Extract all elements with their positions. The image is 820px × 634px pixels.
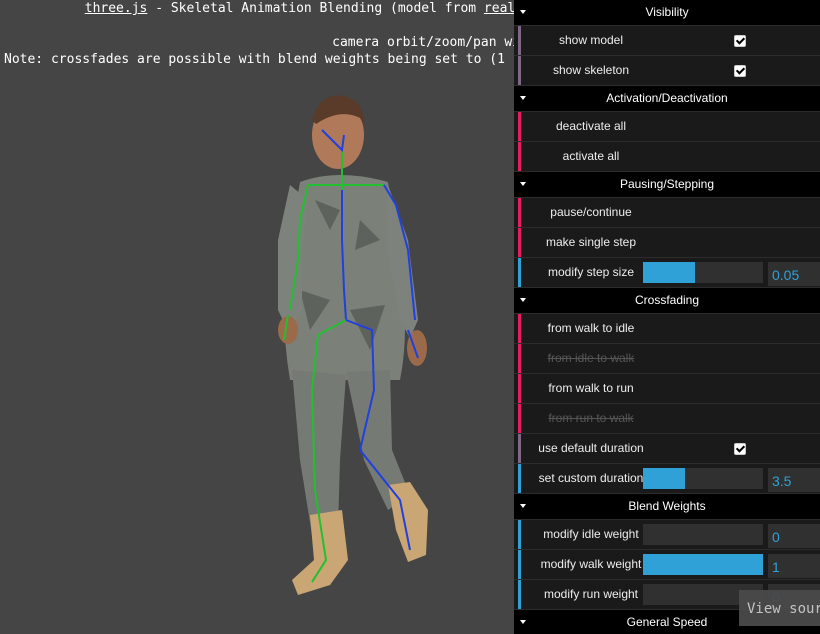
use-default-duration-checkbox[interactable] xyxy=(734,443,746,455)
run-to-walk-button[interactable]: from run to walk xyxy=(514,404,820,434)
number-marker xyxy=(518,258,521,287)
number-marker xyxy=(518,550,521,579)
function-marker xyxy=(518,404,521,433)
number-marker xyxy=(518,580,521,609)
walk-weight-label: modify walk weight xyxy=(540,557,642,571)
title-text: - Skeletal Animation Blending (model fro… xyxy=(147,1,484,16)
function-marker xyxy=(518,112,521,141)
custom-duration-row: set custom duration 3.5 xyxy=(514,464,820,494)
folder-pausing[interactable]: Pausing/Stepping xyxy=(514,172,820,198)
boolean-marker xyxy=(518,434,521,463)
controls-panel: Visibility show model show skeleton Acti… xyxy=(514,0,820,634)
step-size-slider[interactable] xyxy=(643,262,763,283)
boolean-marker xyxy=(518,56,521,85)
folder-general-speed-title: General Speed xyxy=(626,615,708,629)
function-marker xyxy=(518,228,521,257)
step-size-label: modify step size xyxy=(547,265,635,279)
folder-visibility[interactable]: Visibility xyxy=(514,0,820,26)
pause-continue-button[interactable]: pause/continue xyxy=(514,198,820,228)
pause-continue-label: pause/continue xyxy=(550,205,632,219)
deactivate-all-label: deactivate all xyxy=(555,119,627,133)
idle-to-walk-label: from idle to walk xyxy=(547,351,635,365)
model-source-link[interactable]: real xyxy=(484,1,515,16)
walk-to-idle-button[interactable]: from walk to idle xyxy=(514,314,820,344)
activate-all-label: activate all xyxy=(562,149,620,163)
single-step-label: make single step xyxy=(545,235,637,249)
custom-duration-input[interactable]: 3.5 xyxy=(768,468,820,492)
slider-fill xyxy=(643,554,763,575)
show-model-row[interactable]: show model xyxy=(514,26,820,56)
run-weight-label: modify run weight xyxy=(543,587,639,601)
caret-down-icon xyxy=(520,96,526,100)
walk-to-idle-label: from walk to idle xyxy=(547,321,635,335)
walk-weight-row: modify walk weight 1 xyxy=(514,550,820,580)
activate-all-button[interactable]: activate all xyxy=(514,142,820,172)
soldier-model-viewport[interactable] xyxy=(260,90,460,600)
slider-fill xyxy=(643,468,685,489)
function-marker xyxy=(518,374,521,403)
walk-weight-input[interactable]: 1 xyxy=(768,554,820,578)
caret-down-icon xyxy=(520,620,526,624)
idle-weight-slider[interactable] xyxy=(643,524,763,545)
walk-to-run-button[interactable]: from walk to run xyxy=(514,374,820,404)
function-marker xyxy=(518,198,521,227)
show-skeleton-checkbox[interactable] xyxy=(734,65,746,77)
folder-crossfading[interactable]: Crossfading xyxy=(514,288,820,314)
function-marker xyxy=(518,142,521,171)
folder-crossfading-title: Crossfading xyxy=(634,293,700,307)
use-default-duration-label: use default duration xyxy=(538,441,644,455)
number-marker xyxy=(518,464,521,493)
boolean-marker xyxy=(518,26,521,55)
threejs-link[interactable]: three.js xyxy=(85,1,148,16)
caret-down-icon xyxy=(520,10,526,14)
show-model-label: show model xyxy=(558,33,624,47)
walk-to-run-label: from walk to run xyxy=(548,381,634,395)
deactivate-all-button[interactable]: deactivate all xyxy=(514,112,820,142)
show-model-checkbox[interactable] xyxy=(734,35,746,47)
custom-duration-label: set custom duration xyxy=(538,471,644,485)
folder-visibility-title: Visibility xyxy=(645,5,689,19)
single-step-button[interactable]: make single step xyxy=(514,228,820,258)
title-line: three.js - Skeletal Animation Blending (… xyxy=(0,0,600,17)
idle-weight-row: modify idle weight 0 xyxy=(514,520,820,550)
view-source-button[interactable]: View sour xyxy=(739,590,820,626)
function-marker xyxy=(518,314,521,343)
function-marker xyxy=(518,344,521,373)
folder-pausing-title: Pausing/Stepping xyxy=(619,177,715,191)
show-skeleton-row[interactable]: show skeleton xyxy=(514,56,820,86)
idle-to-walk-button[interactable]: from idle to walk xyxy=(514,344,820,374)
custom-duration-slider[interactable] xyxy=(643,468,763,489)
crossfade-note: Note: crossfades are possible with blend… xyxy=(4,52,505,67)
caret-down-icon xyxy=(520,182,526,186)
folder-blend-weights-title: Blend Weights xyxy=(628,499,706,513)
folder-blend-weights[interactable]: Blend Weights xyxy=(514,494,820,520)
run-to-walk-label: from run to walk xyxy=(548,411,634,425)
show-skeleton-label: show skeleton xyxy=(552,63,630,77)
idle-weight-input[interactable]: 0 xyxy=(768,524,820,548)
step-size-input[interactable]: 0.05 xyxy=(768,262,820,286)
slider-fill xyxy=(643,262,695,283)
step-size-row: modify step size 0.05 xyxy=(514,258,820,288)
folder-activation-title: Activation/Deactivation xyxy=(606,91,728,105)
number-marker xyxy=(518,520,521,549)
idle-weight-label: modify idle weight xyxy=(543,527,639,541)
caret-down-icon xyxy=(520,298,526,302)
walk-weight-slider[interactable] xyxy=(643,554,763,575)
caret-down-icon xyxy=(520,504,526,508)
folder-activation[interactable]: Activation/Deactivation xyxy=(514,86,820,112)
use-default-duration-row[interactable]: use default duration xyxy=(514,434,820,464)
